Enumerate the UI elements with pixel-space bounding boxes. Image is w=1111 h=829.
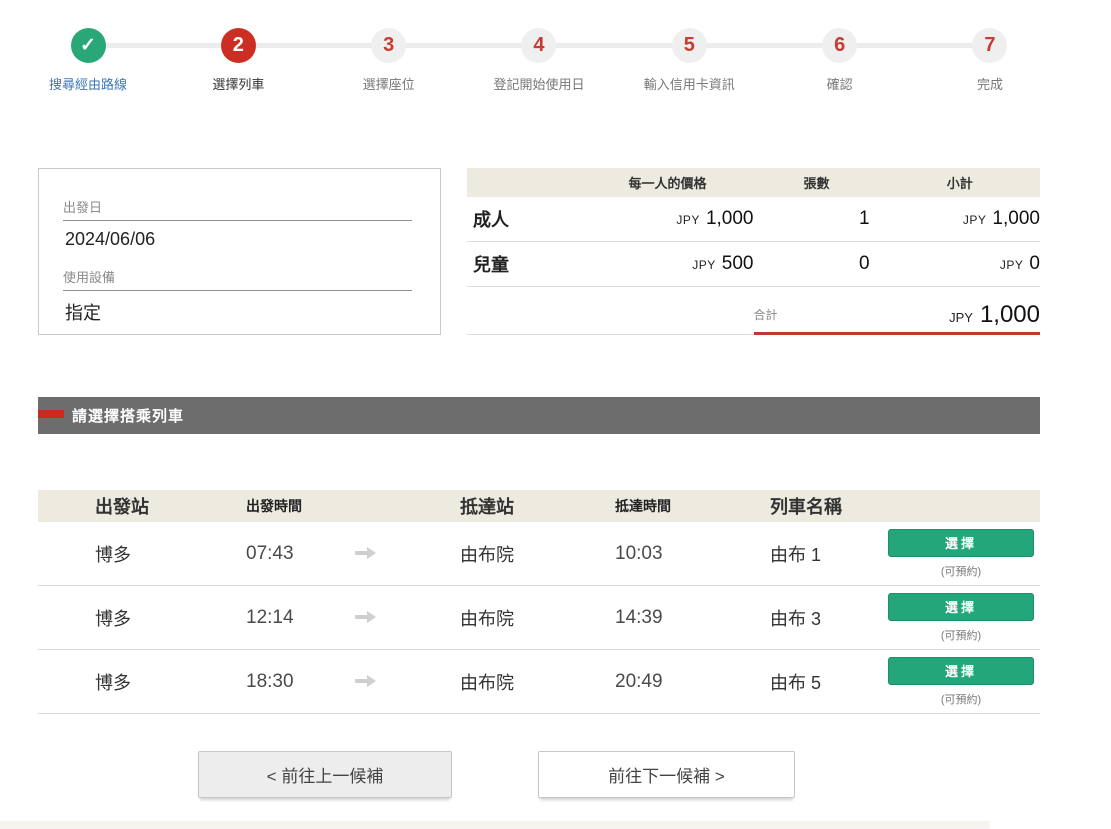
step-5-circle: 5 bbox=[672, 28, 707, 63]
select-train-button-2[interactable]: 選擇 bbox=[888, 593, 1034, 621]
arrival-time: 20:49 bbox=[548, 671, 703, 693]
right-arrow-icon bbox=[323, 673, 408, 691]
fare-child-count: 0 bbox=[753, 253, 879, 275]
departure-station: 博多 bbox=[38, 541, 173, 567]
fare-header-price: 每一人的價格 bbox=[582, 173, 754, 192]
arrival-time: 10:03 bbox=[548, 543, 703, 565]
fare-row-child: 兒童 JPY500 0 JPY0 bbox=[467, 242, 1040, 287]
departure-date-field: 出發日 2024/06/06 bbox=[63, 197, 412, 250]
reservable-note: (可預約) bbox=[888, 691, 1034, 707]
step-2-label: 選擇列車 bbox=[212, 74, 264, 93]
right-arrow-icon bbox=[323, 545, 408, 563]
select-train-section-bar: 請選擇搭乘列車 bbox=[38, 397, 1040, 434]
currency-code: JPY bbox=[963, 213, 987, 227]
step-2-circle: 2 bbox=[221, 28, 256, 63]
step-1-circle: ✓ bbox=[71, 28, 106, 63]
equipment-value: 指定 bbox=[63, 291, 412, 325]
departure-date-label: 出發日 bbox=[63, 197, 412, 221]
fare-total-amount: JPY1,000 bbox=[949, 301, 1040, 329]
equipment-field: 使用設備 指定 bbox=[63, 267, 412, 325]
select-train-button-3[interactable]: 選擇 bbox=[888, 657, 1034, 685]
fare-child-price: JPY500 bbox=[582, 253, 754, 275]
booking-page: ✓ 搜尋經由路線 2 選擇列車 3 選擇座位 4 登記開始使用日 5 輸入信用卡… bbox=[0, 0, 1111, 829]
next-candidates-button[interactable]: 前往下一候補 > bbox=[538, 751, 795, 798]
currency-code: JPY bbox=[1000, 258, 1024, 272]
step-7-circle: 7 bbox=[972, 28, 1007, 63]
section-title: 請選擇搭乘列車 bbox=[72, 405, 184, 426]
step-5-credit-card: 5 輸入信用卡資訊 bbox=[639, 28, 739, 93]
train-table-header: 出發站 出發時間 抵達站 抵達時間 列車名稱 bbox=[38, 490, 1040, 522]
fare-header-subtotal: 小計 bbox=[880, 173, 1040, 192]
fare-total-row: 合計 JPY1,000 bbox=[467, 287, 1040, 335]
departure-date-value: 2024/06/06 bbox=[63, 221, 412, 250]
step-2-select-train: 2 選擇列車 bbox=[188, 28, 288, 93]
departure-time: 12:14 bbox=[173, 607, 323, 629]
red-dash-icon bbox=[38, 410, 64, 418]
step-3-label: 選擇座位 bbox=[363, 74, 415, 93]
train-name: 由布 5 bbox=[703, 669, 838, 695]
currency-code: JPY bbox=[676, 213, 700, 227]
fare-table: 每一人的價格 張數 小計 成人 JPY1,000 1 JPY1,000 兒童 J… bbox=[467, 168, 1040, 335]
step-3-select-seat: 3 選擇座位 bbox=[339, 28, 439, 93]
train-name: 由布 1 bbox=[703, 541, 838, 567]
train-table: 出發站 出發時間 抵達站 抵達時間 列車名稱 博多 07:43 由布院 10:0… bbox=[38, 490, 1040, 714]
train-name: 由布 3 bbox=[703, 605, 838, 631]
step-7-label: 完成 bbox=[977, 74, 1003, 93]
step-3-circle: 3 bbox=[371, 28, 406, 63]
header-departure-station: 出發站 bbox=[38, 493, 173, 519]
arrival-station: 由布院 bbox=[408, 605, 548, 631]
header-arrival-station: 抵達站 bbox=[408, 493, 548, 519]
step-6-circle: 6 bbox=[822, 28, 857, 63]
trip-summary-section: 出發日 2024/06/06 使用設備 指定 每一人的價格 張數 小計 成人 J… bbox=[38, 168, 1040, 335]
next-section-edge bbox=[0, 821, 990, 829]
step-4-circle: 4 bbox=[521, 28, 556, 63]
previous-candidates-button[interactable]: < 前往上一候補 bbox=[198, 751, 452, 798]
trip-info-box: 出發日 2024/06/06 使用設備 指定 bbox=[38, 168, 441, 335]
header-arrival-time: 抵達時間 bbox=[548, 496, 703, 516]
fare-adult-price: JPY1,000 bbox=[582, 208, 754, 230]
step-5-label: 輸入信用卡資訊 bbox=[644, 74, 735, 93]
train-row-3: 博多 18:30 由布院 20:49 由布 5 選擇 (可預約) bbox=[38, 650, 1040, 714]
equipment-label: 使用設備 bbox=[63, 267, 412, 291]
progress-stepper: ✓ 搜尋經由路線 2 選擇列車 3 選擇座位 4 登記開始使用日 5 輸入信用卡… bbox=[38, 28, 1040, 93]
step-1-search-route[interactable]: ✓ 搜尋經由路線 bbox=[38, 28, 138, 93]
fare-total: 合計 JPY1,000 bbox=[754, 287, 1041, 335]
fare-header-count: 張數 bbox=[753, 173, 879, 192]
step-4-start-date: 4 登記開始使用日 bbox=[489, 28, 589, 93]
right-arrow-icon bbox=[323, 609, 408, 627]
fare-adult-count: 1 bbox=[753, 208, 879, 230]
currency-code: JPY bbox=[949, 310, 973, 325]
step-4-label: 登記開始使用日 bbox=[493, 74, 584, 93]
fare-adult-subtotal: JPY1,000 bbox=[880, 208, 1040, 230]
arrival-station: 由布院 bbox=[408, 669, 548, 695]
fare-adult-label: 成人 bbox=[467, 206, 582, 232]
fare-total-label: 合計 bbox=[754, 306, 778, 329]
step-1-label: 搜尋經由路線 bbox=[49, 74, 127, 93]
reservable-note: (可預約) bbox=[888, 563, 1034, 579]
fare-row-adult: 成人 JPY1,000 1 JPY1,000 bbox=[467, 197, 1040, 242]
header-train-name: 列車名稱 bbox=[703, 493, 838, 519]
departure-station: 博多 bbox=[38, 605, 173, 631]
check-icon: ✓ bbox=[80, 34, 96, 57]
step-6-confirm: 6 確認 bbox=[790, 28, 890, 93]
departure-time: 18:30 bbox=[173, 671, 323, 693]
arrival-station: 由布院 bbox=[408, 541, 548, 567]
step-6-label: 確認 bbox=[827, 74, 853, 93]
train-row-2: 博多 12:14 由布院 14:39 由布 3 選擇 (可預約) bbox=[38, 586, 1040, 650]
reservable-note: (可預約) bbox=[888, 627, 1034, 643]
fare-child-subtotal: JPY0 bbox=[880, 253, 1040, 275]
departure-time: 07:43 bbox=[173, 543, 323, 565]
fare-table-header: 每一人的價格 張數 小計 bbox=[467, 168, 1040, 197]
select-train-button-1[interactable]: 選擇 bbox=[888, 529, 1034, 557]
arrival-time: 14:39 bbox=[548, 607, 703, 629]
train-row-1: 博多 07:43 由布院 10:03 由布 1 選擇 (可預約) bbox=[38, 522, 1040, 586]
header-departure-time: 出發時間 bbox=[173, 496, 323, 516]
departure-station: 博多 bbox=[38, 669, 173, 695]
fare-child-label: 兒童 bbox=[467, 251, 582, 277]
step-7-done: 7 完成 bbox=[940, 28, 1040, 93]
currency-code: JPY bbox=[692, 258, 716, 272]
candidate-pagination: < 前往上一候補 前往下一候補 > bbox=[0, 751, 1111, 798]
